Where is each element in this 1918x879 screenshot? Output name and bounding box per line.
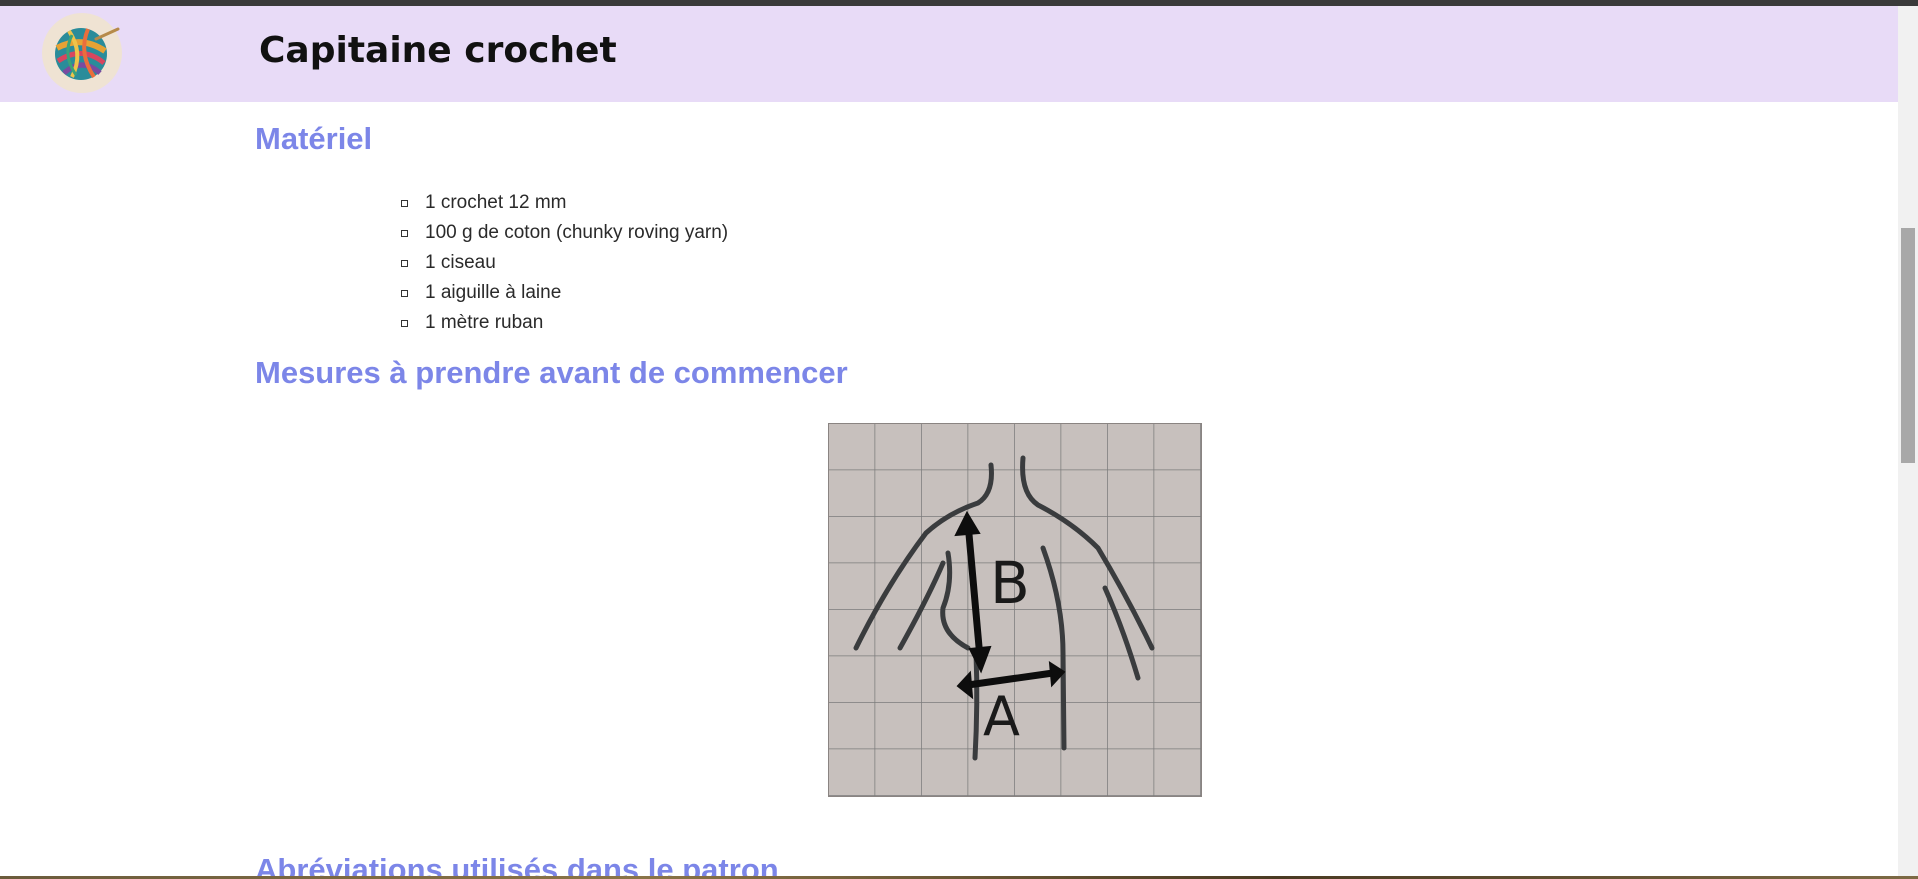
list-item: 1 crochet 12 mm [401, 188, 728, 218]
vertical-scrollbar[interactable] [1898, 6, 1918, 876]
label-b: B [990, 549, 1030, 617]
list-item-text: 1 ciseau [425, 252, 496, 273]
list-item: 100 g de coton (chunky roving yarn) [401, 218, 729, 248]
label-a: A [983, 685, 1020, 748]
measurement-diagram-svg: B A [828, 423, 1202, 797]
yarn-ball-logo-icon[interactable] [42, 13, 122, 93]
list-item: 1 mètre ruban [401, 308, 728, 338]
materials-list: 1 crochet 12 mm 100 g de coton (chunky r… [401, 188, 729, 338]
square-bullet-icon [401, 200, 408, 207]
list-item-text: 100 g de coton (chunky roving yarn) [425, 222, 729, 243]
heading-abreviations: Abréviations utilisés dans le patron [255, 852, 779, 876]
square-bullet-icon [401, 290, 408, 297]
heading-mesures: Mesures à prendre avant de commencer [255, 355, 848, 390]
heading-materiel: Matériel [255, 121, 373, 156]
page-viewport: Capitaine crochet Matériel 1 crochet 12 … [0, 6, 1898, 876]
square-bullet-icon [401, 260, 408, 267]
list-item-text: 1 aiguille à laine [425, 282, 562, 303]
site-title: Capitaine crochet [259, 30, 617, 71]
list-item-text: 1 mètre ruban [425, 312, 544, 333]
list-item-text: 1 crochet 12 mm [425, 192, 567, 213]
square-bullet-icon [401, 320, 408, 327]
list-item: 1 aiguille à laine [401, 278, 728, 308]
list-item: 1 ciseau [401, 248, 728, 278]
measurement-diagram: B A [828, 423, 1202, 797]
site-header: Capitaine crochet [0, 6, 1898, 102]
scrollbar-thumb[interactable] [1901, 228, 1915, 463]
square-bullet-icon [401, 230, 408, 237]
